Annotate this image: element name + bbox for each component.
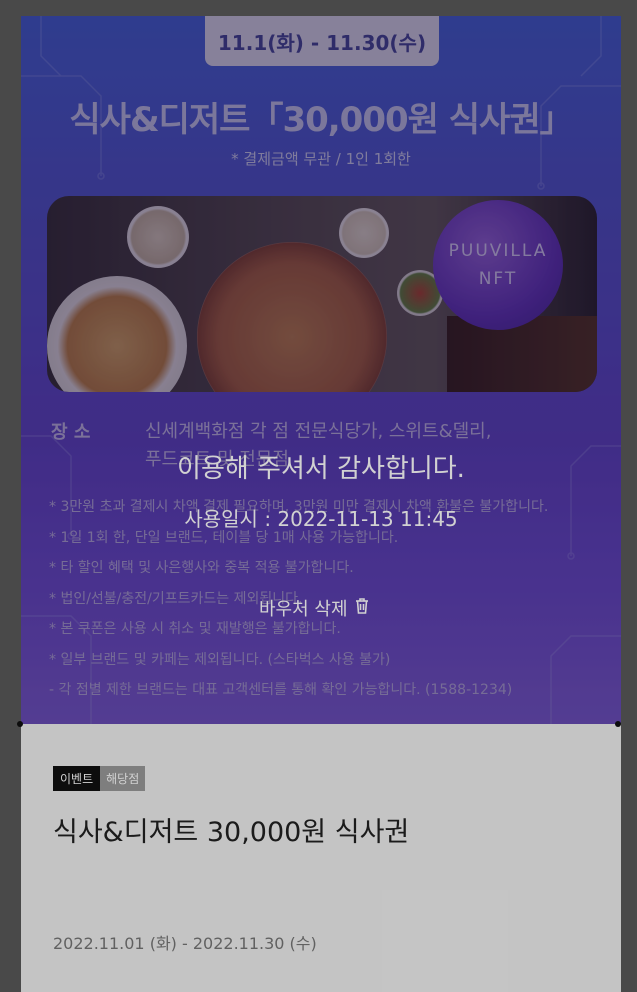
- ticket-notch-right: [615, 721, 621, 727]
- event-badge: 이벤트: [53, 766, 101, 791]
- voucher-title: 식사&디저트 30,000원 식사권: [53, 817, 410, 848]
- delete-voucher-label: 바우처 삭제: [259, 599, 348, 620]
- ticket-notch-left: [17, 721, 23, 727]
- delete-voucher-button[interactable]: 바우처 삭제: [259, 594, 370, 622]
- voucher-details: 이벤트 해당점 식사&디저트 30,000원 식사권 2022.11.01 (화…: [21, 724, 621, 992]
- trash-icon: [354, 597, 370, 620]
- store-badge: 해당점: [100, 766, 146, 791]
- thanks-message: 이용해 주셔서 감사합니다.: [177, 454, 465, 484]
- voucher-card: 11.1(화) - 11.30(수) 식사&디저트「30,000원 식사권」 *…: [21, 16, 621, 992]
- voucher-badges: 이벤트 해당점: [53, 766, 146, 791]
- voucher-period: 2022.11.01 (화) - 2022.11.30 (수): [53, 934, 317, 953]
- voucher-banner: 11.1(화) - 11.30(수) 식사&디저트「30,000원 식사권」 *…: [21, 16, 621, 724]
- used-datetime: 사용일시 : 2022-11-13 11:45: [184, 507, 458, 531]
